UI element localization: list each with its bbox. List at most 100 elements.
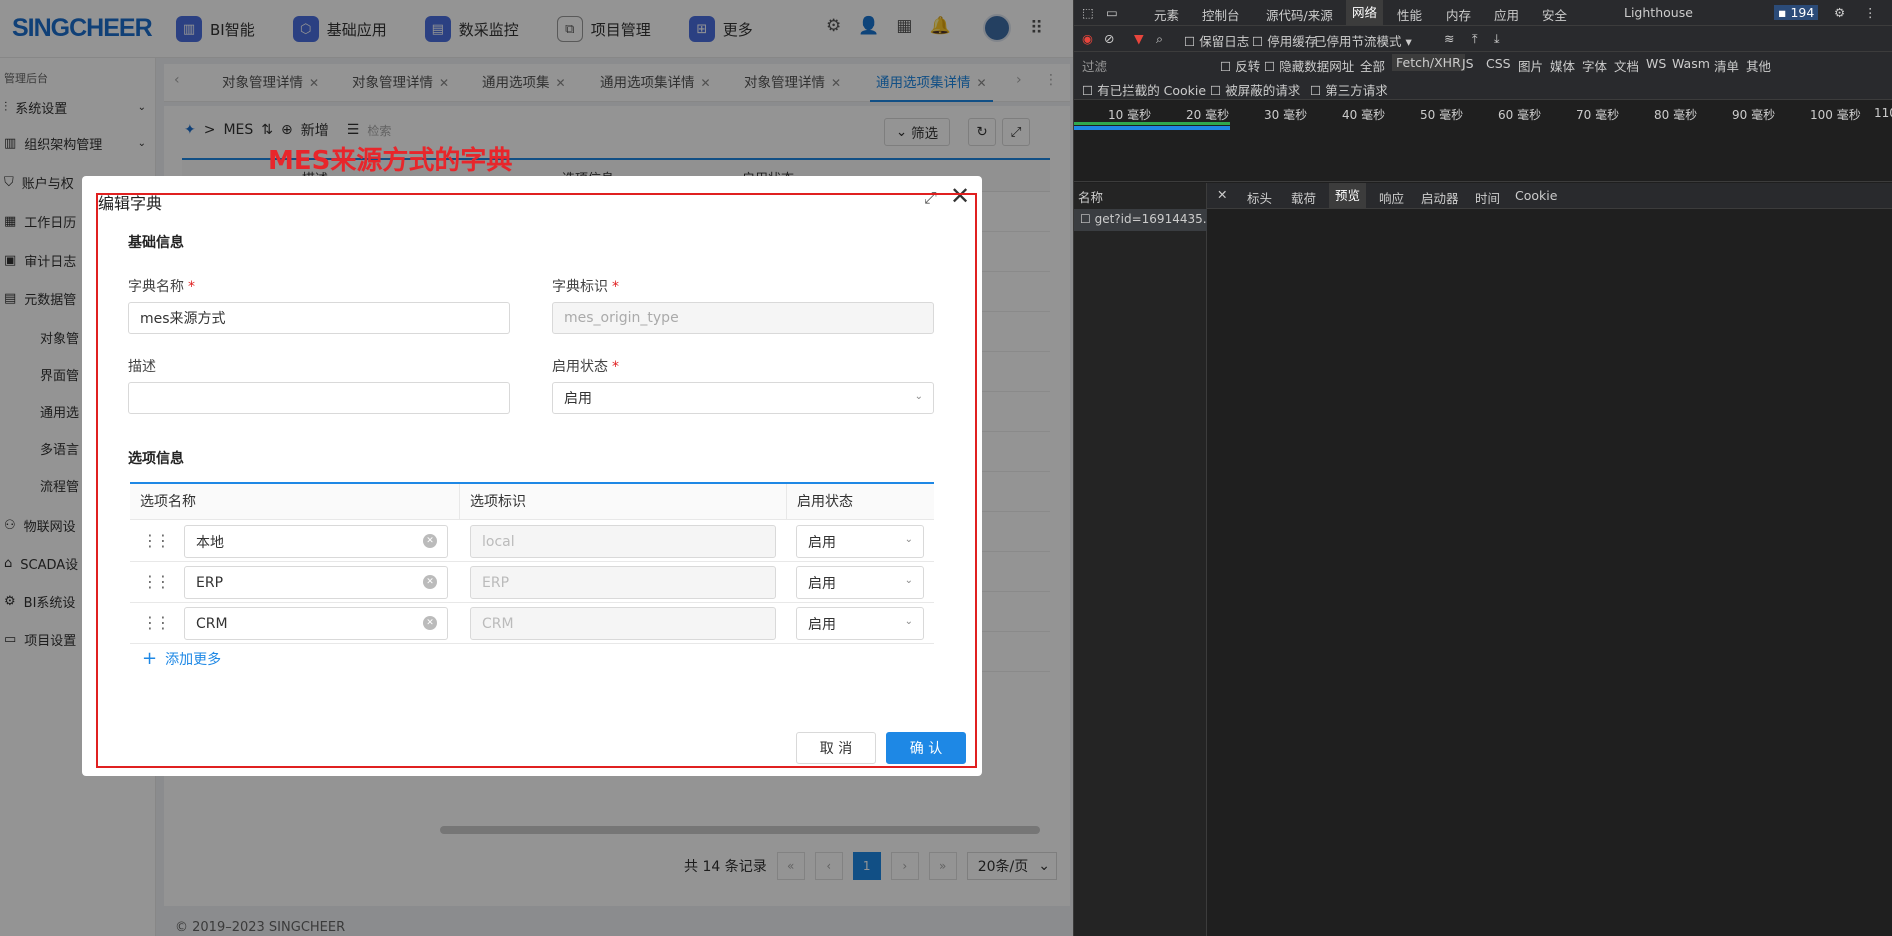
wifi-icon[interactable]: ≋ bbox=[1444, 31, 1454, 46]
tab-initiator[interactable]: 启动器 bbox=[1421, 188, 1459, 207]
filter-input[interactable]: 过滤 bbox=[1082, 56, 1212, 75]
confirm-button[interactable]: 确 认 bbox=[886, 732, 966, 764]
blocked-cookies-checkbox[interactable]: ☐ 有已拦截的 Cookie bbox=[1082, 80, 1206, 99]
request-list: 名称 ☐ get?id=16914435... bbox=[1074, 183, 1207, 936]
hide-data-url-checkbox[interactable]: ☐ 隐藏数据网址 bbox=[1264, 56, 1354, 75]
tab-security[interactable]: 安全 bbox=[1542, 5, 1567, 24]
chevron-down-icon: ⌄ bbox=[904, 616, 913, 627]
drag-handle-icon[interactable]: ⋮⋮ bbox=[142, 572, 171, 591]
type-manifest[interactable]: 清单 bbox=[1714, 56, 1739, 75]
app-window: SINGCHEER ▥ BI智能 ⬡ 基础应用 ▤ 数采监控 ⧉ 项目管理 ⊞ 更多 ⚙ … bbox=[0, 0, 1073, 936]
clear-icon[interactable]: ⊘ bbox=[1104, 31, 1114, 46]
download-icon[interactable]: ⤓ bbox=[1494, 31, 1500, 47]
tab-network[interactable]: 网络 bbox=[1346, 0, 1384, 26]
tab-lighthouse[interactable]: Lighthouse bbox=[1624, 5, 1693, 20]
tick-label: 60 毫秒 bbox=[1498, 108, 1542, 122]
network-timeline[interactable]: 10 毫秒 20 毫秒 30 毫秒 40 毫秒 50 毫秒 60 毫秒 70 毫… bbox=[1074, 100, 1892, 182]
invert-checkbox[interactable]: ☐ 反转 bbox=[1220, 56, 1260, 75]
disable-cache-checkbox[interactable]: ☐ 停用缓存 bbox=[1252, 31, 1317, 50]
upload-icon[interactable]: ⤒ bbox=[1472, 31, 1478, 47]
type-other[interactable]: 其他 bbox=[1746, 56, 1771, 75]
add-more-button[interactable]: + 添加更多 bbox=[142, 648, 221, 669]
network-toolbar: ◉ ⊘ ▼ ⌕ ☐ 保留日志 ☐ 停用缓存 已停用节流模式 ▾ ≋ ⤒ ⤓ bbox=[1074, 26, 1892, 52]
tab-sources[interactable]: 源代码/来源 bbox=[1266, 5, 1333, 24]
required-mark: * bbox=[612, 279, 619, 295]
type-img[interactable]: 图片 bbox=[1518, 56, 1543, 75]
tick-label: 30 毫秒 bbox=[1264, 108, 1308, 122]
tab-headers[interactable]: 标头 bbox=[1247, 188, 1272, 207]
kebab-icon[interactable]: ⋮ bbox=[1864, 5, 1877, 20]
dict-name-input[interactable]: mes来源方式 bbox=[128, 302, 510, 334]
drag-handle-icon[interactable]: ⋮⋮ bbox=[142, 613, 171, 632]
inspect-icon[interactable]: ⬚ bbox=[1082, 5, 1094, 20]
tab-performance[interactable]: 性能 bbox=[1397, 5, 1422, 24]
edit-dict-modal: 编辑字典 ⤢ ✕ 基础信息 字典名称 * mes来源方式 字典标识 * mes_or… bbox=[82, 176, 982, 776]
throttle-select[interactable]: 已停用节流模式 ▾ bbox=[1314, 31, 1412, 50]
option-status-select[interactable]: 启用 ⌄ bbox=[796, 525, 924, 558]
expand-icon[interactable]: ⤢ bbox=[924, 188, 937, 208]
tick-label: 70 毫秒 bbox=[1576, 108, 1620, 122]
option-name-input[interactable]: ERP ✕ bbox=[184, 566, 448, 599]
request-row[interactable]: ☐ get?id=16914435... bbox=[1074, 209, 1207, 231]
search-icon[interactable]: ⌕ bbox=[1156, 31, 1163, 47]
tab-payload[interactable]: 载荷 bbox=[1291, 188, 1316, 207]
tick-label: 10 毫秒 bbox=[1108, 108, 1152, 122]
type-ws[interactable]: WS bbox=[1646, 56, 1666, 71]
option-code-input[interactable]: local bbox=[470, 525, 776, 558]
option-name-input[interactable]: CRM ✕ bbox=[184, 607, 448, 640]
name-column-header: 名称 bbox=[1078, 190, 1104, 205]
type-media[interactable]: 媒体 bbox=[1550, 56, 1575, 75]
devtools-panel: ⬚ ▭ 元素 控制台 源代码/来源 网络 性能 内存 应用 安全 Lightho… bbox=[1073, 0, 1892, 936]
tick-label: 50 毫秒 bbox=[1420, 108, 1464, 122]
gear-icon[interactable]: ⚙ bbox=[1834, 5, 1845, 20]
dict-name-label: 字典名称 * bbox=[128, 279, 195, 295]
drag-handle-icon[interactable]: ⋮⋮ bbox=[142, 531, 171, 550]
tab-memory[interactable]: 内存 bbox=[1446, 5, 1471, 24]
chevron-down-icon: ⌄ bbox=[904, 534, 913, 545]
blocked-requests-checkbox[interactable]: ☐ 被屏蔽的请求 bbox=[1210, 80, 1300, 99]
record-icon[interactable]: ◉ bbox=[1082, 31, 1093, 46]
option-status-select[interactable]: 启用 ⌄ bbox=[796, 566, 924, 599]
tab-application[interactable]: 应用 bbox=[1494, 5, 1519, 24]
option-row: ⋮⋮ 本地 ✕ local 启用 ⌄ bbox=[130, 521, 934, 562]
option-name-input[interactable]: 本地 ✕ bbox=[184, 525, 448, 558]
type-js[interactable]: JS bbox=[1462, 56, 1474, 71]
cancel-button[interactable]: 取 消 bbox=[796, 732, 876, 764]
opt-header-status: 启用状态 bbox=[787, 484, 934, 520]
timeline-bar-blue bbox=[1074, 126, 1230, 130]
third-party-checkbox[interactable]: ☐ 第三方请求 bbox=[1310, 80, 1388, 99]
status-select[interactable]: 启用 ⌄ bbox=[552, 382, 934, 414]
device-icon[interactable]: ▭ bbox=[1106, 5, 1118, 20]
type-wasm[interactable]: Wasm bbox=[1672, 56, 1710, 71]
clear-icon[interactable]: ✕ bbox=[423, 616, 437, 630]
chevron-down-icon: ⌄ bbox=[904, 575, 913, 586]
desc-label: 描述 bbox=[128, 359, 156, 375]
type-all[interactable]: 全部 bbox=[1360, 56, 1385, 75]
tab-timing[interactable]: 时间 bbox=[1475, 188, 1500, 207]
type-fetch[interactable]: Fetch/XHR bbox=[1392, 54, 1465, 71]
tab-preview[interactable]: 预览 bbox=[1329, 183, 1367, 209]
filter-icon[interactable]: ▼ bbox=[1134, 31, 1144, 46]
required-mark: * bbox=[188, 279, 195, 295]
tab-elements[interactable]: 元素 bbox=[1154, 5, 1179, 24]
message-icon: ▪ bbox=[1778, 5, 1791, 20]
issues-badge[interactable]: ▪ 194 bbox=[1774, 5, 1819, 20]
type-doc[interactable]: 文档 bbox=[1614, 56, 1639, 75]
json-preview[interactable] bbox=[1207, 209, 1892, 936]
tab-console[interactable]: 控制台 bbox=[1202, 5, 1240, 24]
clear-icon[interactable]: ✕ bbox=[423, 575, 437, 589]
desc-input[interactable] bbox=[128, 382, 510, 414]
tab-response[interactable]: 响应 bbox=[1379, 188, 1404, 207]
close-icon[interactable]: ✕ bbox=[1217, 187, 1227, 202]
option-code-input[interactable]: CRM bbox=[470, 607, 776, 640]
close-icon[interactable]: ✕ bbox=[950, 182, 970, 210]
type-font[interactable]: 字体 bbox=[1582, 56, 1607, 75]
dict-code-input[interactable]: mes_origin_type bbox=[552, 302, 934, 334]
type-css[interactable]: CSS bbox=[1486, 56, 1511, 71]
tab-cookie[interactable]: Cookie bbox=[1515, 188, 1557, 203]
option-code-input[interactable]: ERP bbox=[470, 566, 776, 599]
preserve-log-checkbox[interactable]: ☐ 保留日志 bbox=[1184, 31, 1249, 50]
clear-icon[interactable]: ✕ bbox=[423, 534, 437, 548]
option-status-select[interactable]: 启用 ⌄ bbox=[796, 607, 924, 640]
annotation-title: MES来源方式的字典 bbox=[268, 146, 513, 176]
